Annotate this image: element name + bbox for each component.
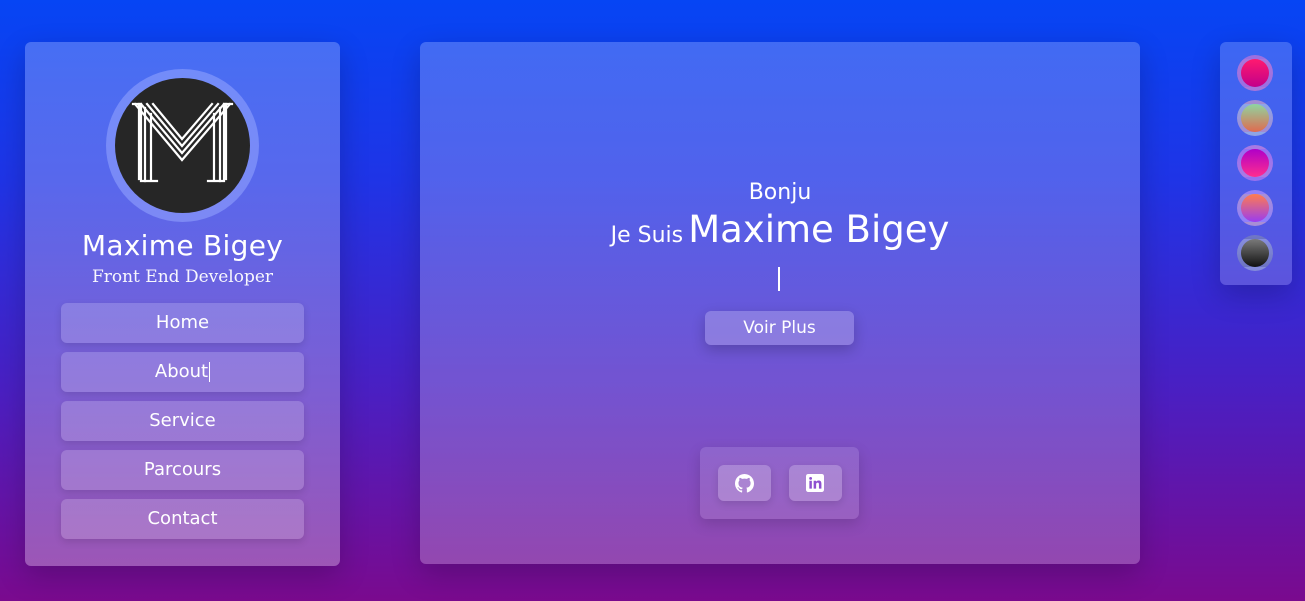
voir-plus-button[interactable]: Voir Plus: [705, 311, 854, 345]
text-cursor: [209, 362, 211, 382]
theme-switcher: [1220, 42, 1292, 285]
hero-card: Bonju Je Suis Maxime Bigey Voir Plus: [420, 42, 1140, 564]
typing-cursor: [778, 267, 780, 291]
nav-item-contact[interactable]: Contact: [61, 499, 304, 539]
nav-item-service[interactable]: Service: [61, 401, 304, 441]
hero-intro-name: Maxime Bigey: [688, 208, 950, 251]
nav-item-home[interactable]: Home: [61, 303, 304, 343]
nav-item-label: Contact: [147, 508, 218, 529]
theme-swatch-4[interactable]: [1237, 190, 1273, 226]
sidebar: Maxime Bigey Front End Developer Home Ab…: [25, 42, 340, 566]
nav-item-label: Service: [149, 410, 216, 431]
linkedin-icon: [806, 474, 824, 492]
nav-item-about[interactable]: About: [61, 352, 304, 392]
profile-role: Front End Developer: [91, 267, 274, 287]
hero-greeting: Bonju: [748, 180, 812, 205]
m-logo-icon: [131, 102, 234, 183]
nav-item-label: Home: [155, 312, 210, 333]
theme-swatch-3[interactable]: [1237, 145, 1273, 181]
github-button[interactable]: [718, 465, 771, 501]
github-icon: [735, 474, 754, 493]
profile-name: Maxime Bigey: [81, 229, 284, 262]
social-links: [700, 447, 859, 519]
sidebar-nav: Home About Service Parcours Contact: [61, 303, 304, 548]
theme-swatch-5[interactable]: [1237, 235, 1273, 271]
nav-item-label: Parcours: [143, 459, 222, 480]
theme-swatch-1[interactable]: [1237, 55, 1273, 91]
linkedin-button[interactable]: [789, 465, 842, 501]
hero-intro-prefix: Je Suis: [610, 223, 684, 248]
nav-item-label: About: [154, 361, 209, 382]
theme-swatch-2[interactable]: [1237, 100, 1273, 136]
hero-intro: Je Suis Maxime Bigey: [420, 208, 1140, 251]
nav-item-parcours[interactable]: Parcours: [61, 450, 304, 490]
avatar: [115, 78, 250, 213]
avatar-ring: [106, 69, 259, 222]
